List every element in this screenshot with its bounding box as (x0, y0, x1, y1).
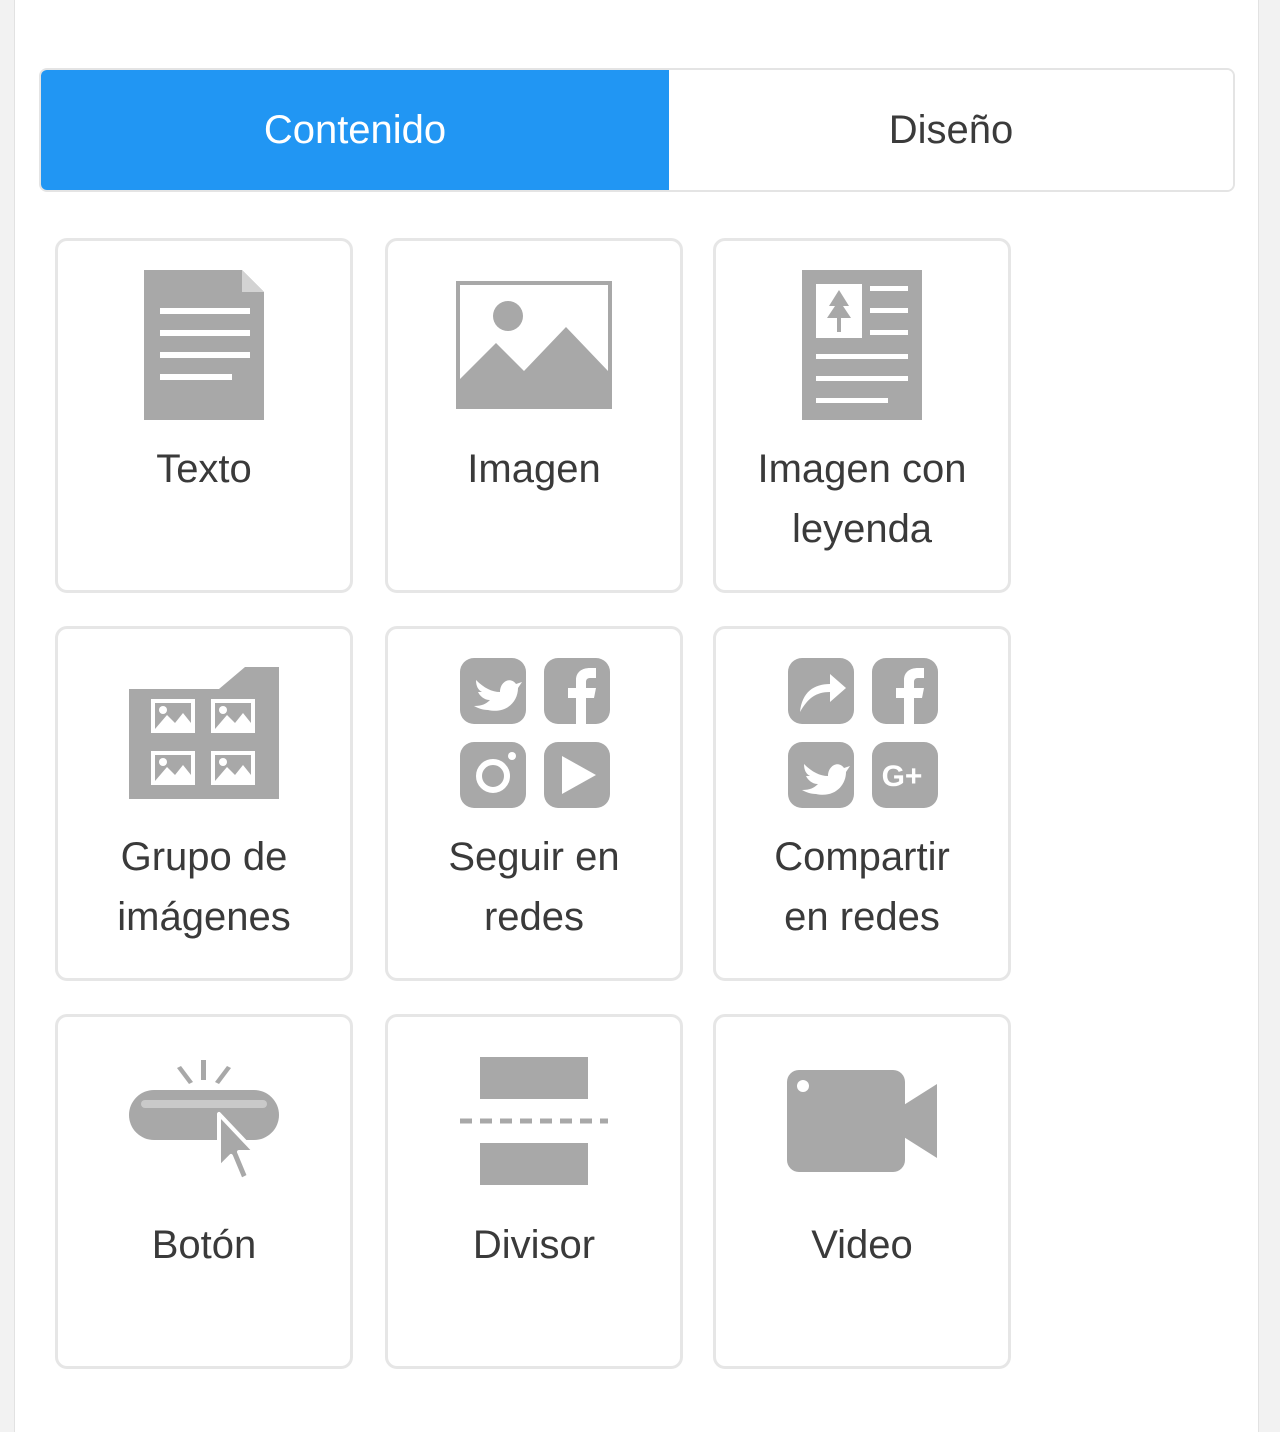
tab-content[interactable]: Contenido (41, 70, 669, 190)
block-tile-social-follow[interactable]: Seguir en redes (385, 626, 683, 981)
block-tile-text[interactable]: Texto (55, 238, 353, 593)
social-share-icon: G+ (716, 647, 1008, 819)
image-group-icon (58, 647, 350, 819)
block-tile-social-share[interactable]: G+ Compartir en redes (713, 626, 1011, 981)
block-tile-image[interactable]: Imagen (385, 238, 683, 593)
instagram-icon (460, 742, 526, 808)
image-icon (388, 259, 680, 431)
block-label: Seguir en redes (448, 835, 620, 939)
block-label: Video (811, 1223, 913, 1267)
content-panel: Contenido Diseño Texto Imagen Imagen con… (14, 0, 1259, 1432)
block-tile-image-group[interactable]: Grupo de imágenes (55, 626, 353, 981)
block-tile-button[interactable]: Botón (55, 1014, 353, 1369)
block-label: Botón (151, 1223, 257, 1267)
text-document-icon (58, 259, 350, 431)
block-label: Texto (156, 447, 252, 491)
block-label: Compartir en redes (774, 835, 950, 939)
block-tile-divider[interactable]: Divisor (385, 1014, 683, 1369)
block-label: Grupo de imágenes (117, 835, 291, 939)
image-caption-icon (716, 259, 1008, 431)
block-tile-video[interactable]: Video (713, 1014, 1011, 1369)
block-tile-image-caption[interactable]: Imagen con leyenda (713, 238, 1011, 593)
divider-icon (388, 1035, 680, 1207)
tab-content-label: Contenido (263, 107, 447, 152)
social-follow-icon (388, 647, 680, 819)
tab-design-label: Diseño (888, 107, 1014, 152)
block-label: Imagen con leyenda (757, 447, 967, 551)
tab-design[interactable]: Diseño (669, 70, 1233, 190)
tab-bar: Contenido Diseño (39, 68, 1235, 192)
video-camera-icon (716, 1035, 1008, 1207)
block-label: Divisor (472, 1223, 596, 1267)
svg-text:G+: G+ (882, 760, 923, 793)
button-click-icon (58, 1035, 350, 1207)
block-label: Imagen (467, 447, 601, 491)
